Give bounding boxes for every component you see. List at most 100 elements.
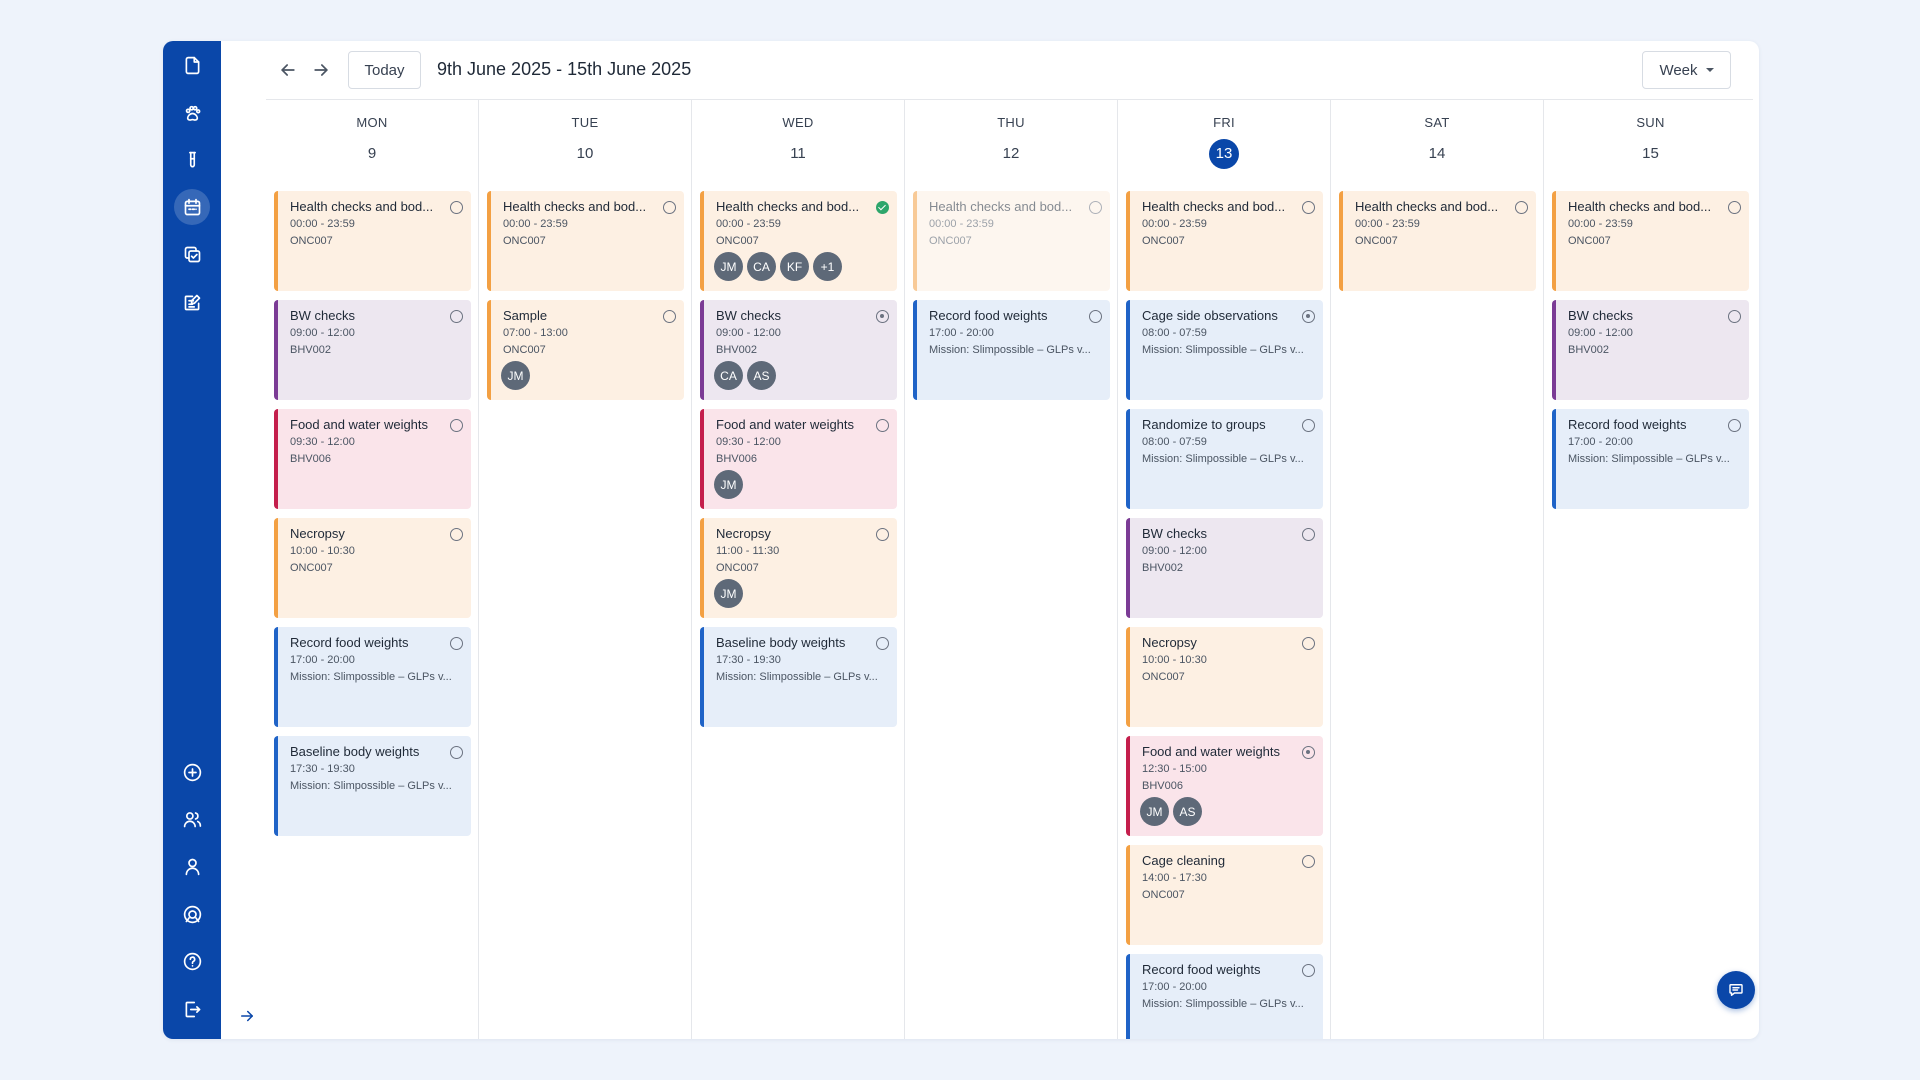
document-icon[interactable]: [174, 47, 210, 83]
avatar[interactable]: KF: [780, 252, 809, 281]
status-open-icon[interactable]: [876, 528, 889, 541]
event-card[interactable]: Baseline body weights 17:30 - 19:30 Missio…: [274, 736, 471, 836]
avatar[interactable]: AS: [1173, 797, 1202, 826]
event-title: Health checks and bod...: [290, 199, 434, 214]
logout-icon[interactable]: [174, 991, 210, 1027]
users-icon[interactable]: [174, 801, 210, 837]
event-card[interactable]: Record food weights 17:00 - 20:00 Mission:…: [1552, 409, 1749, 509]
next-week-button[interactable]: [307, 56, 335, 84]
prev-week-button[interactable]: [274, 56, 302, 84]
status-open-icon[interactable]: [663, 201, 676, 214]
day-column-mon[interactable]: MON 9 Health checks and bod... 00:00 - 23:5…: [266, 100, 479, 1039]
avatar[interactable]: JM: [714, 470, 743, 499]
status-open-icon[interactable]: [1302, 201, 1315, 214]
event-card[interactable]: BW checks 09:00 - 12:00 BHV002 CA AS: [700, 300, 897, 400]
day-date-number[interactable]: 14: [1422, 139, 1452, 169]
event-card[interactable]: Necropsy 11:00 - 11:30 ONC007 JM: [700, 518, 897, 618]
avatar[interactable]: JM: [501, 361, 530, 390]
help-icon[interactable]: [174, 943, 210, 979]
day-date-number[interactable]: 15: [1636, 139, 1666, 169]
status-open-icon[interactable]: [1728, 310, 1741, 323]
event-card[interactable]: Food and water weights 12:30 - 15:00 BHV00…: [1126, 736, 1323, 836]
status-in-progress-icon[interactable]: [1302, 746, 1315, 759]
day-column-tue[interactable]: TUE 10 Health checks and bod... 00:00 - 23:…: [479, 100, 692, 1039]
event-card[interactable]: Health checks and bod... 00:00 - 23:59 ONC…: [913, 191, 1110, 291]
status-open-icon[interactable]: [663, 310, 676, 323]
event-card[interactable]: Baseline body weights 17:30 - 19:30 Missio…: [700, 627, 897, 727]
status-open-icon[interactable]: [1302, 419, 1315, 432]
status-in-progress-icon[interactable]: [876, 310, 889, 323]
status-open-icon[interactable]: [1302, 964, 1315, 977]
day-date-number[interactable]: 9: [357, 139, 387, 169]
day-date-number[interactable]: 12: [996, 139, 1026, 169]
plus-circle-icon[interactable]: [174, 754, 210, 790]
status-open-icon[interactable]: [1089, 310, 1102, 323]
event-title: BW checks: [716, 308, 782, 323]
event-card[interactable]: BW checks 09:00 - 12:00 BHV002: [1126, 518, 1323, 618]
status-open-icon[interactable]: [450, 528, 463, 541]
event-card[interactable]: Health checks and bod... 00:00 - 23:59 ONC…: [487, 191, 684, 291]
status-open-icon[interactable]: [1515, 201, 1528, 214]
test-tube-icon[interactable]: [174, 142, 210, 178]
status-open-icon[interactable]: [450, 746, 463, 759]
calendar-icon[interactable]: [174, 189, 210, 225]
event-card[interactable]: Health checks and bod... 00:00 - 23:59 ONC…: [1339, 191, 1536, 291]
status-open-icon[interactable]: [876, 419, 889, 432]
sidebar: [163, 41, 221, 1039]
today-date-number[interactable]: 13: [1209, 139, 1239, 169]
status-open-icon[interactable]: [1089, 201, 1102, 214]
event-card[interactable]: BW checks 09:00 - 12:00 BHV002: [1552, 300, 1749, 400]
status-open-icon[interactable]: [1728, 419, 1741, 432]
event-card[interactable]: BW checks 09:00 - 12:00 BHV002: [274, 300, 471, 400]
paw-icon[interactable]: [174, 95, 210, 131]
status-open-icon[interactable]: [450, 637, 463, 650]
status-open-icon[interactable]: [450, 310, 463, 323]
event-card[interactable]: Cage cleaning 14:00 - 17:30 ONC007: [1126, 845, 1323, 945]
status-open-icon[interactable]: [450, 201, 463, 214]
avatar[interactable]: AS: [747, 361, 776, 390]
event-card[interactable]: Food and water weights 09:30 - 12:00 BHV00…: [700, 409, 897, 509]
event-card[interactable]: Record food weights 17:00 - 20:00 Mission:…: [1126, 954, 1323, 1039]
avatar[interactable]: +1: [813, 252, 842, 281]
copy-icon[interactable]: [174, 236, 210, 272]
event-card[interactable]: Health checks and bod... 00:00 - 23:59 ONC…: [274, 191, 471, 291]
user-icon[interactable]: [174, 848, 210, 884]
today-button[interactable]: Today: [348, 51, 421, 89]
status-open-icon[interactable]: [450, 419, 463, 432]
event-card[interactable]: Health checks and bod... 00:00 - 23:59 ONC…: [700, 191, 897, 291]
event-card[interactable]: Necropsy 10:00 - 10:30 ONC007: [274, 518, 471, 618]
day-date-number[interactable]: 11: [783, 139, 813, 169]
status-open-icon[interactable]: [1302, 528, 1315, 541]
status-open-icon[interactable]: [1728, 201, 1741, 214]
avatar[interactable]: JM: [714, 579, 743, 608]
day-date-number[interactable]: 10: [570, 139, 600, 169]
avatar[interactable]: CA: [747, 252, 776, 281]
status-open-icon[interactable]: [1302, 855, 1315, 868]
day-column-fri[interactable]: FRI 13 Health checks and bod... 00:00 - 23:…: [1118, 100, 1331, 1039]
event-card[interactable]: Food and water weights 09:30 - 12:00 BHV00…: [274, 409, 471, 509]
avatar[interactable]: CA: [714, 361, 743, 390]
support-icon[interactable]: [174, 896, 210, 932]
view-select[interactable]: Week: [1642, 51, 1731, 89]
day-column-thu[interactable]: THU 12 Health checks and bod... 00:00 - 23:…: [905, 100, 1118, 1039]
avatar[interactable]: JM: [1140, 797, 1169, 826]
status-open-icon[interactable]: [876, 637, 889, 650]
event-card[interactable]: Record food weights 17:00 - 20:00 Mission:…: [274, 627, 471, 727]
event-card[interactable]: Necropsy 10:00 - 10:30 ONC007: [1126, 627, 1323, 727]
status-in-progress-icon[interactable]: [1302, 310, 1315, 323]
status-open-icon[interactable]: [1302, 637, 1315, 650]
event-card[interactable]: Sample 07:00 - 13:00 ONC007 JM: [487, 300, 684, 400]
chat-button[interactable]: [1717, 971, 1755, 1009]
status-complete-icon[interactable]: [876, 201, 889, 214]
event-card[interactable]: Randomize to groups 08:00 - 07:59 Mission:…: [1126, 409, 1323, 509]
edit-list-icon[interactable]: [174, 284, 210, 320]
event-card[interactable]: Record food weights 17:00 - 20:00 Mission:…: [913, 300, 1110, 400]
day-column-wed[interactable]: WED 11 Health checks and bod... 00:00 - 23:…: [692, 100, 905, 1039]
event-card[interactable]: Cage side observations 08:00 - 07:59 Missi…: [1126, 300, 1323, 400]
event-card[interactable]: Health checks and bod... 00:00 - 23:59 ONC…: [1552, 191, 1749, 291]
day-column-sun[interactable]: SUN 15 Health checks and bod... 00:00 - 23:…: [1544, 100, 1757, 1039]
day-column-sat[interactable]: SAT 14 Health checks and bod... 00:00 - 23:…: [1331, 100, 1544, 1039]
avatar[interactable]: JM: [714, 252, 743, 281]
expand-sidebar-button[interactable]: [234, 1003, 260, 1029]
event-card[interactable]: Health checks and bod... 00:00 - 23:59 ONC…: [1126, 191, 1323, 291]
